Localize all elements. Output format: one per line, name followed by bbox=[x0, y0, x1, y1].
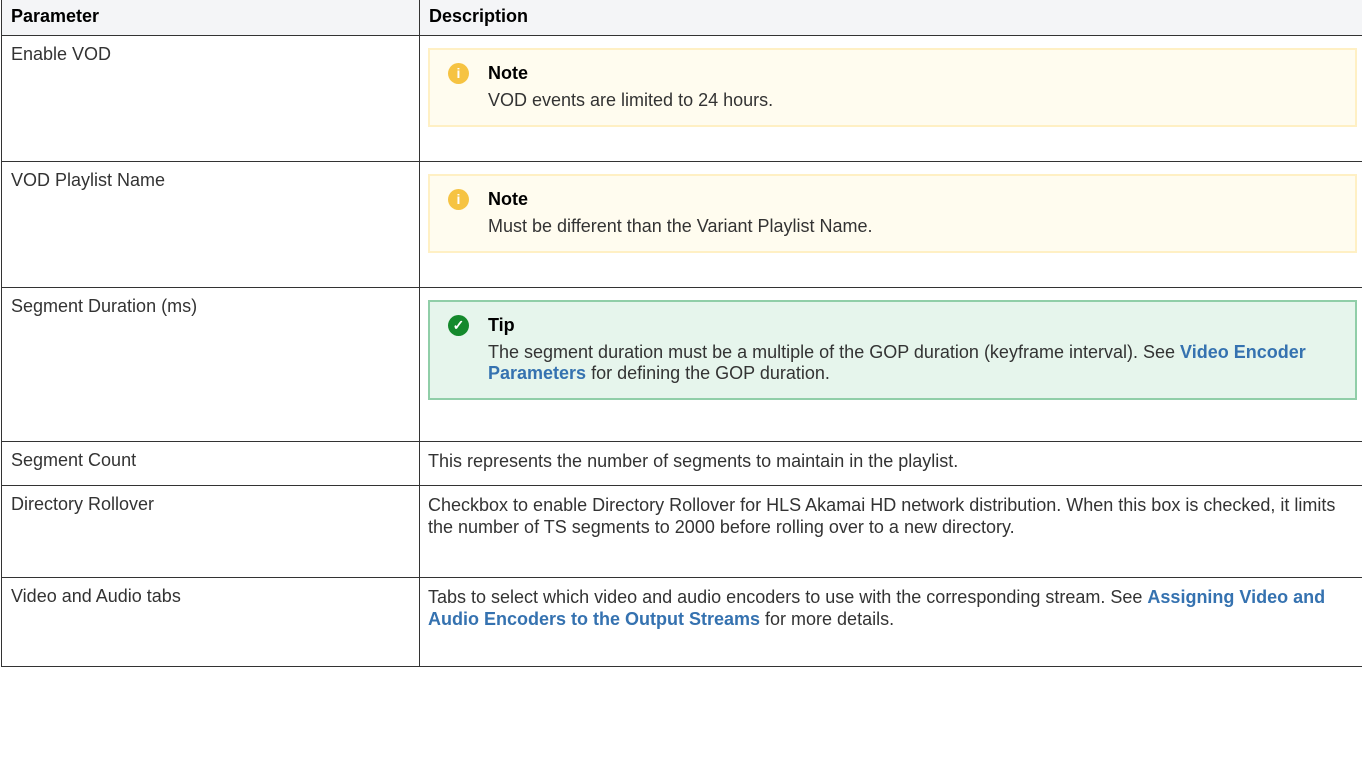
table-row: Video and Audio tabs Tabs to select whic… bbox=[1, 577, 1362, 667]
panel-title: Note bbox=[488, 63, 528, 83]
param-cell: Enable VOD bbox=[1, 35, 420, 162]
desc-text-before: Tabs to select which video and audio enc… bbox=[428, 587, 1148, 607]
param-cell: VOD Playlist Name bbox=[1, 161, 420, 288]
description-cell: This represents the number of segments t… bbox=[419, 441, 1362, 486]
param-cell: Directory Rollover bbox=[1, 485, 420, 578]
note-panel: i Note Must be different than the Varian… bbox=[428, 174, 1357, 253]
panel-title: Note bbox=[488, 189, 528, 209]
check-circle-icon: ✓ bbox=[448, 314, 469, 336]
panel-text: Must be different than the Variant Playl… bbox=[488, 216, 873, 236]
header-description: Description bbox=[419, 0, 1362, 36]
description-cell: i Note Must be different than the Varian… bbox=[419, 161, 1362, 288]
description-cell: Checkbox to enable Directory Rollover fo… bbox=[419, 485, 1362, 578]
param-cell: Segment Count bbox=[1, 441, 420, 486]
param-cell: Segment Duration (ms) bbox=[1, 287, 420, 442]
panel-header: ✓ Tip bbox=[448, 313, 1341, 337]
table-row: Segment Duration (ms) ✓ Tip The segment … bbox=[1, 287, 1362, 442]
info-icon: i bbox=[448, 188, 469, 210]
tip-panel: ✓ Tip The segment duration must be a mul… bbox=[428, 300, 1357, 400]
table-row: Enable VOD i Note VOD events are limited… bbox=[1, 35, 1362, 162]
table-row: VOD Playlist Name i Note Must be differe… bbox=[1, 161, 1362, 288]
panel-title: Tip bbox=[488, 315, 515, 335]
panel-header: i Note bbox=[448, 187, 1341, 211]
panel-header: i Note bbox=[448, 61, 1341, 85]
header-parameter: Parameter bbox=[1, 0, 420, 36]
note-panel: i Note VOD events are limited to 24 hour… bbox=[428, 48, 1357, 127]
param-cell: Video and Audio tabs bbox=[1, 577, 420, 667]
table-header-row: Parameter Description bbox=[1, 0, 1362, 36]
description-cell: i Note VOD events are limited to 24 hour… bbox=[419, 35, 1362, 162]
desc-text-after: for more details. bbox=[760, 609, 895, 629]
parameters-table: Parameter Description Enable VOD i Note … bbox=[1, 0, 1362, 667]
panel-text-after: for defining the GOP duration. bbox=[586, 363, 830, 383]
description-cell: ✓ Tip The segment duration must be a mul… bbox=[419, 287, 1362, 442]
description-cell: Tabs to select which video and audio enc… bbox=[419, 577, 1362, 667]
panel-text: The segment duration must be a multiple … bbox=[448, 342, 1341, 384]
info-icon: i bbox=[448, 62, 469, 84]
table-row: Segment Count This represents the number… bbox=[1, 441, 1362, 486]
panel-text-before: The segment duration must be a multiple … bbox=[488, 342, 1181, 362]
panel-text: VOD events are limited to 24 hours. bbox=[488, 90, 774, 110]
table-row: Directory Rollover Checkbox to enable Di… bbox=[1, 485, 1362, 578]
